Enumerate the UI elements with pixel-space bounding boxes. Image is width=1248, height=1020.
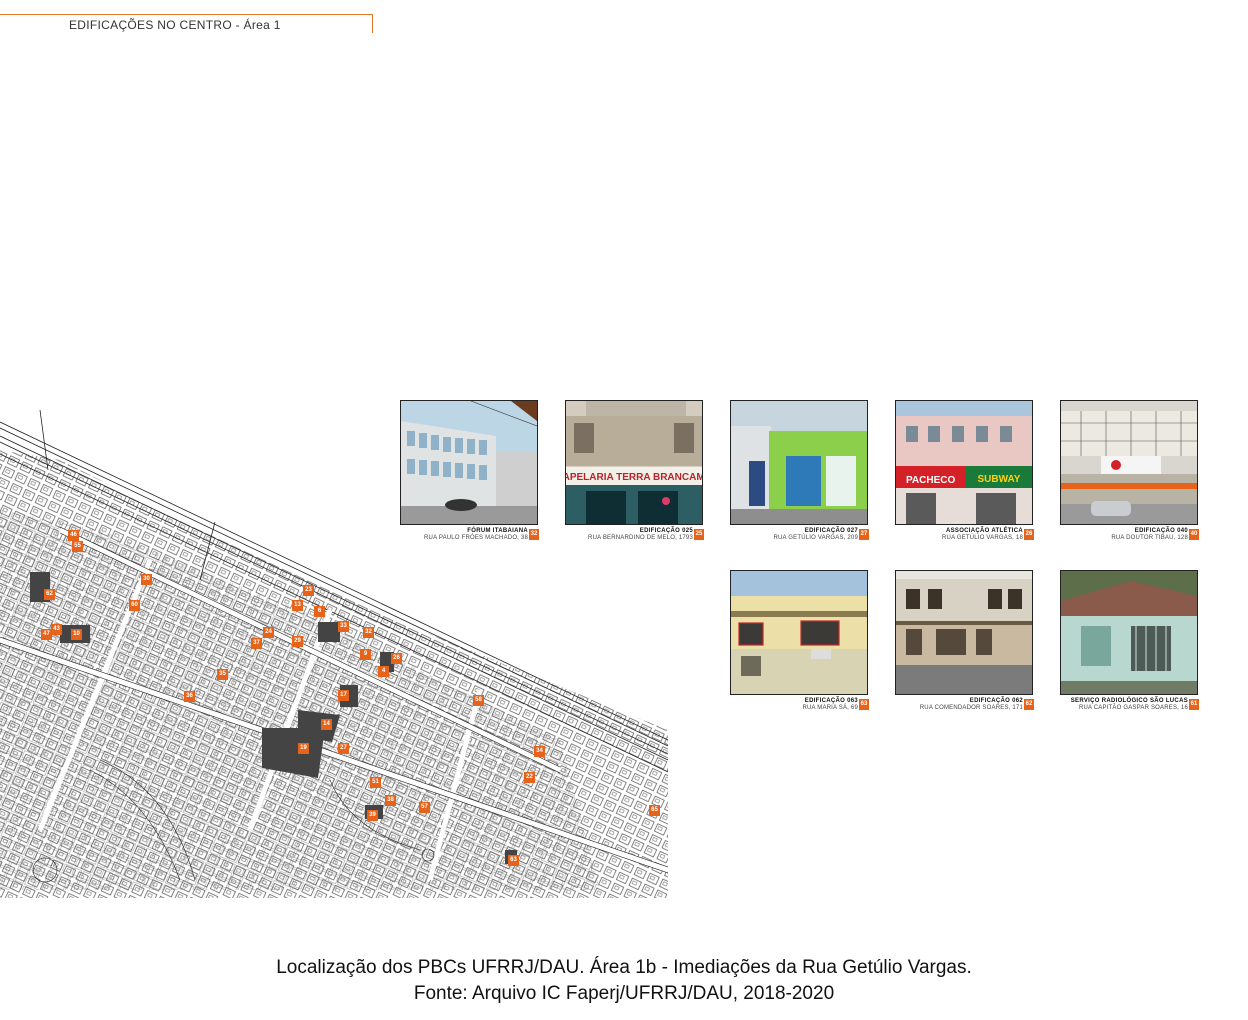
map-marker: 57 (419, 802, 430, 813)
map-marker: 51 (370, 777, 381, 788)
map-marker: 22 (524, 772, 535, 783)
photo-card: PACHECO SUBWAY ASSOCIAÇÃO ATLÉTICA RUA GE… (895, 400, 1035, 541)
map-marker: 37 (251, 638, 262, 649)
card-title: EDIFICAÇÃO 025 (639, 528, 693, 534)
card-address: RUA DOUTOR TIBAU, 128 (1111, 535, 1188, 541)
card-number-badge: 40 (1189, 529, 1199, 540)
card-number-badge: 26 (1024, 529, 1034, 540)
card-number-badge: 63 (859, 699, 869, 710)
map-marker: 35 (217, 669, 228, 680)
photo-card: EDIFICAÇÃO 040 RUA DOUTOR TIBAU, 128 40 (1060, 400, 1200, 541)
photo-card: EDIFICAÇÃO 063 RUA MARIA SÁ, 69 63 (730, 570, 870, 711)
card-number-badge: 62 (1024, 699, 1034, 710)
building-photo (895, 570, 1033, 695)
papelaria-sign: PAPELARIA TERRA BRANCAME (566, 472, 702, 483)
map-marker: 65 (649, 805, 660, 816)
map-marker: 39 (367, 810, 378, 821)
page-header-title: EDIFICAÇÕES NO CENTRO - Área 1 (69, 18, 281, 32)
map-marker: 13 (292, 600, 303, 611)
card-title: EDIFICAÇÃO 040 (1134, 528, 1188, 534)
photo-card: EDIFICAÇÃO 062 RUA COMENDADOR SOARES, 171… (895, 570, 1035, 711)
building-photo (1060, 570, 1198, 695)
building-photo (1060, 400, 1198, 525)
map-marker: 24 (263, 627, 274, 638)
figure-caption-line1: Localização dos PBCs UFRRJ/DAU. Área 1b … (276, 957, 972, 978)
card-address: RUA BERNARDINO DE MELO, 1793 (588, 535, 693, 541)
map-marker: 58 (473, 695, 484, 706)
card-address: RUA CAPITÃO GASPAR SOARES, 16 (1078, 705, 1188, 711)
map-marker: 10 (71, 629, 82, 640)
card-address: RUA GETÚLIO VARGAS, 209 (773, 535, 858, 541)
photo-card: SERVIÇO RADIOLÓGICO SÃO LUCAS RUA CAPITÃO… (1060, 570, 1200, 711)
map-marker: 26 (391, 653, 402, 664)
building-photo: PAPELARIA TERRA BRANCAME (565, 400, 703, 525)
card-number-badge: 32 (529, 529, 539, 540)
card-title: SERVIÇO RADIOLÓGICO SÃO LUCAS (1070, 698, 1188, 704)
map-marker: 36 (184, 691, 195, 702)
card-address: RUA PAULO FRÓES MACHADO, 38 (424, 535, 528, 541)
building-photo (400, 400, 538, 525)
card-number-badge: 27 (859, 529, 869, 540)
map-marker: 38 (385, 795, 396, 806)
card-title: EDIFICAÇÃO 063 (804, 698, 858, 704)
map-marker: 29 (292, 636, 303, 647)
card-number-badge: 61 (1189, 699, 1199, 710)
map-marker: 46 (68, 530, 79, 541)
map-marker: 63 (508, 855, 519, 866)
map-marker: 30 (141, 574, 152, 585)
card-address: RUA GETÚLIO VARGAS, 18 (942, 535, 1023, 541)
card-title: FÓRUM ITABAIANA (467, 528, 528, 534)
photo-card: EDIFICAÇÃO 027 RUA GETÚLIO VARGAS, 209 27 (730, 400, 870, 541)
card-number-badge: 25 (694, 529, 704, 540)
map-marker: 19 (298, 743, 309, 754)
map-marker: 14 (321, 719, 332, 730)
map-marker: 4 (378, 666, 389, 677)
map-marker: 33 (338, 621, 349, 632)
map-marker: 32 (363, 627, 374, 638)
map-marker: 17 (338, 690, 349, 701)
map-marker: 27 (338, 743, 349, 754)
map-marker: 9 (360, 649, 371, 660)
card-address: RUA MARIA SÁ, 69 (802, 705, 858, 711)
figure-caption-line2: Fonte: Arquivo IC Faperj/UFRRJ/DAU, 2018… (413, 983, 835, 1004)
subway-sign: SUBWAY (978, 474, 1021, 485)
building-photo (730, 570, 868, 695)
map-marker: 34 (534, 746, 545, 757)
map-marker: 23 (303, 585, 314, 596)
map-marker: 43 (51, 624, 62, 635)
photo-card: FÓRUM ITABAIANA RUA PAULO FRÓES MACHADO, … (400, 400, 540, 541)
map-marker: 60 (129, 600, 140, 611)
map-marker: 62 (44, 589, 55, 600)
map-marker: 55 (72, 541, 83, 552)
photo-card: PAPELARIA TERRA BRANCAME EDIFICAÇÃO 025R… (565, 400, 705, 541)
pacheco-sign: PACHECO (906, 475, 955, 486)
building-photo: PACHECO SUBWAY (895, 400, 1033, 525)
card-title: ASSOCIAÇÃO ATLÉTICA (945, 528, 1023, 534)
building-photo (730, 400, 868, 525)
card-title: EDIFICAÇÃO 027 (804, 528, 858, 534)
map-marker: 6 (314, 606, 325, 617)
page-header-tab: EDIFICAÇÕES NO CENTRO - Área 1 (0, 14, 373, 33)
card-address: RUA COMENDADOR SOARES, 171 (919, 705, 1023, 711)
card-title: EDIFICAÇÃO 062 (969, 698, 1023, 704)
